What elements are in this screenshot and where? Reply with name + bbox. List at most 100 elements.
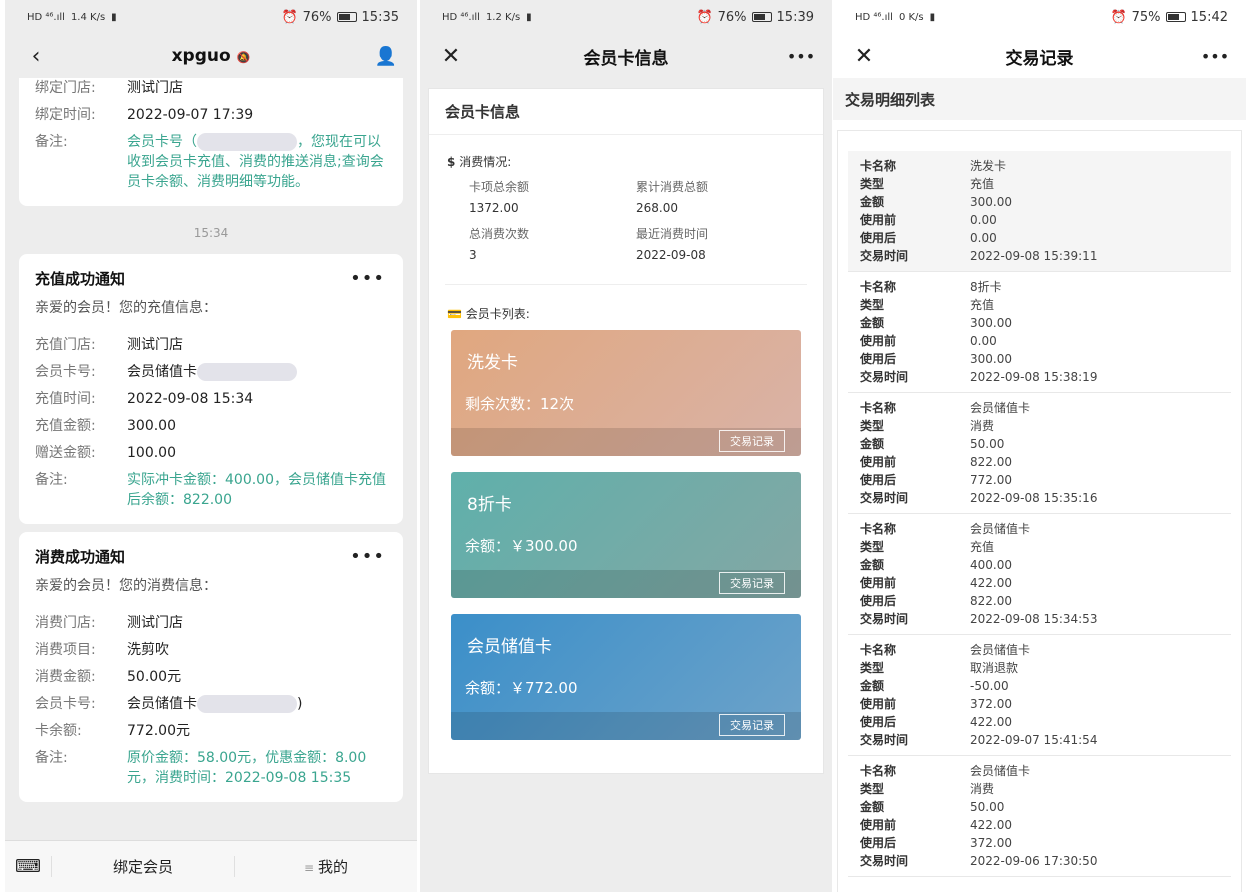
member-card[interactable]: 洗发卡 剩余次数：12次 交易记录 <box>451 330 801 456</box>
alarm-icon: ⏰ <box>281 9 298 25</box>
field-key: 使用前 <box>860 818 897 832</box>
field-key: 使用后 <box>860 231 897 245</box>
stat-total-balance: 卡项总余额 1372.00 <box>469 180 530 215</box>
bind-notice-card[interactable]: 绑定门店: 测试门店 绑定时间: 2022-09-07 17:39 备注: 会员卡号… <box>19 78 403 206</box>
chat-title: xpguo 🔕 <box>171 46 251 66</box>
field-key: 卡名称 <box>860 280 897 294</box>
field-key: 使用前 <box>860 697 897 711</box>
card-icon: 💳 <box>447 307 462 321</box>
mute-icon: 🔕 <box>236 51 251 64</box>
row-value: 测试门店 <box>127 615 183 631</box>
row-label: 充值金额: <box>35 418 96 434</box>
page-title: 会员卡信息 <box>583 48 669 69</box>
member-card[interactable]: 8折卡 余额：￥300.00 交易记录 <box>451 472 801 598</box>
signal-icon: HD ⁴⁶.ıll <box>855 11 893 23</box>
network-speed: 1.2 K/s <box>485 11 521 23</box>
type-value: 消费 <box>970 419 995 433</box>
field-key: 卡名称 <box>860 764 897 778</box>
transaction-record-button[interactable]: 交易记录 <box>719 430 785 452</box>
card-name-value: 洗发卡 <box>970 159 1007 173</box>
after-value: 772.00 <box>970 473 1012 487</box>
field-key: 类型 <box>860 177 885 191</box>
row-label: 卡余额: <box>35 723 82 739</box>
transaction-record-button[interactable]: 交易记录 <box>719 714 785 736</box>
row-label: 赠送金额: <box>35 445 96 461</box>
more-icon[interactable]: ••• <box>350 268 385 289</box>
network-speed: 0 K/s <box>898 11 924 23</box>
dollar-icon: $ <box>447 155 456 169</box>
battery-percent: 75% <box>1131 9 1161 25</box>
type-value: 消费 <box>970 782 995 796</box>
time-value: 2022-09-06 17:30:50 <box>970 854 1098 868</box>
consume-stats: 卡项总余额 1372.00 累计消费总额 268.00 总消费次数 3 最近消费时间 2… <box>429 178 823 262</box>
row-label: 备注: <box>35 750 68 766</box>
menu-mine[interactable]: ≡ 我的 <box>234 856 417 877</box>
more-icon[interactable]: ••• <box>786 47 816 66</box>
card-balance: 余额：￥772.00 <box>465 679 578 697</box>
type-value: 充值 <box>970 177 995 191</box>
row-value: 洗剪吹 <box>127 642 169 658</box>
redacted-blur <box>197 133 297 151</box>
consume-notice-card[interactable]: 消费成功通知 ••• 亲爱的会员！您的消费信息： 消费门店: 测试门店 消费项目:… <box>19 532 403 802</box>
row-label: 备注: <box>35 472 68 488</box>
before-value: 372.00 <box>970 697 1012 711</box>
amount-value: -50.00 <box>970 679 1009 693</box>
stat-total-consumed: 累计消费总额 268.00 <box>636 180 709 215</box>
card-name-value: 会员储值卡 <box>970 522 1031 536</box>
status-bar: HD ⁴⁶.ıll 0 K/s ▮ ⏰ 75% 15:42 <box>833 0 1246 34</box>
page-navbar: ✕ 交易记录 ••• <box>833 34 1246 78</box>
amount-value: 300.00 <box>970 195 1012 209</box>
amount-value: 400.00 <box>970 558 1012 572</box>
amount-value: 50.00 <box>970 800 1005 814</box>
clock: 15:42 <box>1190 9 1228 25</box>
back-icon[interactable]: ‹ <box>21 44 51 69</box>
after-value: 372.00 <box>970 836 1012 850</box>
field-key: 金额 <box>860 195 885 209</box>
field-key: 使用后 <box>860 594 897 608</box>
note-text: 会员卡号（ ，您现在可以收到会员卡充值、消费的推送消息;查询会员卡余额、消费明细等… <box>127 133 384 190</box>
row-value: 测试门店 <box>127 337 183 353</box>
transaction-row[interactable]: 卡名称 会员储值卡 类型 消费 金额 50.00 使用前 422.00 使用后 372.0… <box>848 756 1231 877</box>
field-key: 使用前 <box>860 334 897 348</box>
transaction-row[interactable]: 卡名称 会员储值卡 类型 消费 金额 50.00 使用前 822.00 使用后 772.0… <box>848 393 1231 514</box>
member-card[interactable]: 会员储值卡 余额：￥772.00 交易记录 <box>451 614 801 740</box>
note-text: 原价金额：58.00元，优惠金额：8.00元，消费时间：2022-09-08 1… <box>127 750 367 786</box>
field-key: 使用前 <box>860 213 897 227</box>
time-value: 2022-09-08 15:38:19 <box>970 370 1098 384</box>
status-bar: HD ⁴⁶.ıll 1.2 K/s ▮ ⏰ 76% 15:39 <box>420 0 832 34</box>
after-value: 422.00 <box>970 715 1012 729</box>
row-label: 充值时间: <box>35 391 96 407</box>
page-title: 交易记录 <box>1005 48 1074 69</box>
type-value: 取消退款 <box>970 661 1019 675</box>
row-label: 会员卡号: <box>35 364 96 380</box>
clock: 15:39 <box>776 9 814 25</box>
recharge-notice-card[interactable]: 充值成功通知 ••• 亲爱的会员！您的充值信息： 充值门店: 测试门店 会员卡号:… <box>19 254 403 524</box>
more-icon[interactable]: ••• <box>350 546 385 567</box>
transaction-row[interactable]: 卡名称 8折卡 类型 充值 金额 300.00 使用前 0.00 使用后 300.00 交… <box>848 272 1231 393</box>
transaction-row[interactable]: 卡名称 会员储值卡 类型 充值 金额 400.00 使用前 422.00 使用后 822.… <box>848 514 1231 635</box>
sim-icon: ▮ <box>111 11 117 23</box>
more-icon[interactable]: ••• <box>1200 47 1230 66</box>
redacted-blur <box>197 363 297 381</box>
field-key: 使用后 <box>860 352 897 366</box>
message-timestamp: 15:34 <box>193 226 229 240</box>
before-value: 0.00 <box>970 213 997 227</box>
menu-bind-member[interactable]: 绑定会员 <box>51 856 234 877</box>
field-key: 金额 <box>860 316 885 330</box>
type-value: 充值 <box>970 298 995 312</box>
field-key: 卡名称 <box>860 159 897 173</box>
transaction-row[interactable]: 卡名称 会员储值卡 类型 取消退款 金额 -50.00 使用前 372.00 使用后 42… <box>848 635 1231 756</box>
type-value: 充值 <box>970 540 995 554</box>
transaction-row[interactable]: 卡名称 洗发卡 类型 充值 金额 300.00 使用前 0.00 使用后 0.00 交易时… <box>848 151 1231 272</box>
close-icon[interactable]: ✕ <box>849 44 879 69</box>
profile-icon[interactable]: 👤 <box>371 46 401 67</box>
after-value: 822.00 <box>970 594 1012 608</box>
close-icon[interactable]: ✕ <box>436 44 466 69</box>
signal-icon: HD ⁴⁶.ıll <box>27 11 65 23</box>
row-value: 772.00元 <box>127 723 190 739</box>
keyboard-icon[interactable]: ⌨ <box>5 856 51 877</box>
field-key: 交易时间 <box>860 249 909 263</box>
battery-icon <box>1165 12 1186 22</box>
transaction-record-button[interactable]: 交易记录 <box>719 572 785 594</box>
battery-icon <box>751 12 772 22</box>
